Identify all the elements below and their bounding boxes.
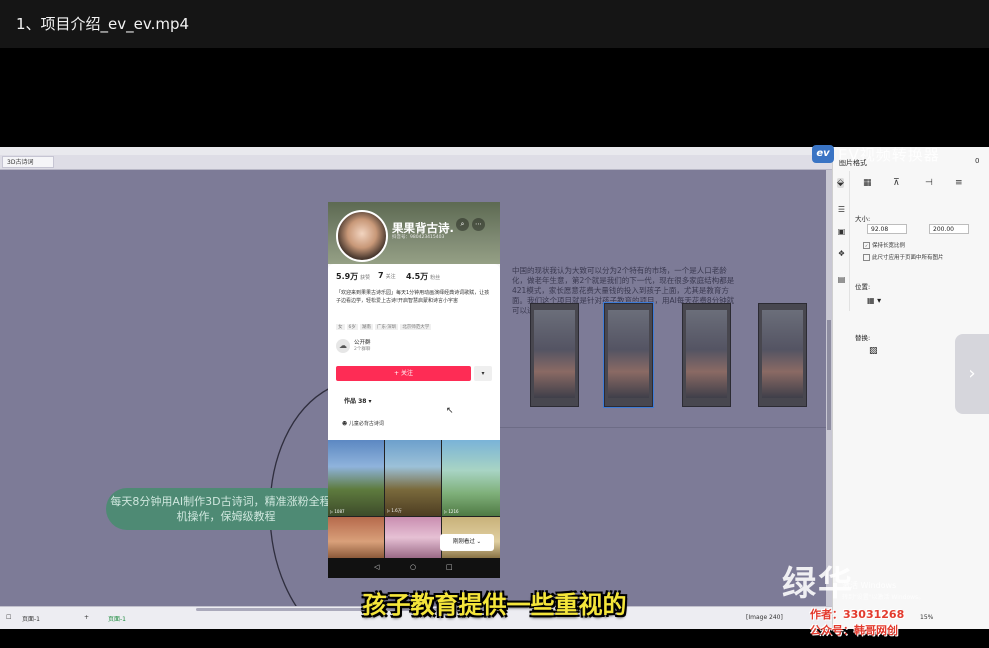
video-title: 1、项目介绍_ev_ev.mp4 xyxy=(16,15,190,33)
image-thumbnail[interactable] xyxy=(682,303,731,407)
stat-following: 7 关注 xyxy=(378,271,396,280)
outline-icon[interactable]: ☰ xyxy=(837,205,846,214)
video-cell[interactable]: ▷ 1.6万 xyxy=(385,440,441,516)
width-field[interactable]: 92.08 xyxy=(867,224,907,234)
account-id: 抖音号：980423415403 xyxy=(392,235,445,240)
avatar xyxy=(336,210,388,262)
recents-icon[interactable]: □ xyxy=(446,563,453,571)
home-icon[interactable]: ○ xyxy=(410,563,416,571)
search-icon[interactable]: ⌕ xyxy=(456,218,469,231)
video-cell[interactable] xyxy=(328,517,384,558)
mouse-cursor-icon: ↖ xyxy=(446,406,454,416)
height-field[interactable]: 200.00 xyxy=(929,224,969,234)
video-cell[interactable] xyxy=(385,517,441,558)
more-icon[interactable]: ⋯ xyxy=(472,218,485,231)
list-icon[interactable]: ≡ xyxy=(955,178,963,188)
player-titlebar: 1、项目介绍_ev_ev.mp4 xyxy=(0,0,989,48)
group-chat-item[interactable]: ☁ 公开群 2个群聊 xyxy=(336,337,492,355)
position-label: 位置: xyxy=(855,283,871,291)
image-thumbnail[interactable] xyxy=(758,303,807,407)
account-watermark: 公众号：韩哥网创 xyxy=(810,624,898,637)
phone-screenshot: 果果背古诗. 抖音号：980423415403 ⌕ ⋯ 5.9万 获赞 7 关注 4.… xyxy=(328,202,500,578)
doc-tab[interactable]: 3D古诗词 xyxy=(2,156,54,168)
back-icon[interactable]: ◁ xyxy=(374,563,379,571)
stat-followers: 4.5万 粉丝 xyxy=(406,272,441,281)
image-thumbnail-selected[interactable] xyxy=(603,302,654,408)
replace-label: 替换: xyxy=(855,334,871,342)
panel-toolbar: ⬙ ▦ ⊼ ⊣ ≡ xyxy=(833,175,989,191)
chevron-right-icon[interactable]: › xyxy=(955,334,989,414)
ev-logo-icon: ev xyxy=(812,145,834,163)
video-subtitle: 孩子教育提供一些重视的 xyxy=(362,591,627,619)
image-thumbnail[interactable] xyxy=(530,303,579,407)
style-icon[interactable]: ❖ xyxy=(837,249,846,258)
android-navbar: ◁ ○ □ xyxy=(328,558,500,578)
profile-tags: 女 6岁 湖南 广东·深圳 北京师范大学 xyxy=(336,324,432,330)
document-tabs: 3D古诗词 xyxy=(0,155,832,170)
grid-icon[interactable]: ▦ xyxy=(863,178,872,188)
more-button[interactable]: ▾ xyxy=(474,366,492,381)
image-icon[interactable]: ▣ xyxy=(837,227,846,236)
group-name: 公开群 xyxy=(354,340,371,346)
connector-icon[interactable]: ⊣ xyxy=(925,178,933,188)
calendar-icon[interactable]: ▤ xyxy=(837,275,846,284)
playlist-item[interactable]: ☻ 儿童必背古诗词 xyxy=(342,420,384,427)
video-cell[interactable]: ▷ 1216 xyxy=(442,440,500,516)
group-sub: 2个群聊 xyxy=(354,347,371,352)
profile-bio: 「欢迎来到果果古诗乐园」每天1分钟用动画演绎经典诗词歌赋，让孩子边看边学，轻松爱… xyxy=(336,290,490,304)
tree-icon[interactable]: ⊼ xyxy=(893,178,900,188)
group-icon: ☁ xyxy=(336,339,350,353)
size-label: 大小: xyxy=(855,215,871,223)
apply-all-checkbox[interactable]: 此尺寸应用于页面中所有图片 xyxy=(863,253,944,261)
video-cell[interactable]: ▷ 1087 xyxy=(328,440,384,516)
header-actions: ⌕ ⋯ xyxy=(456,218,488,231)
stat-likes: 5.9万 获赞 xyxy=(336,272,371,281)
editor-ribbon xyxy=(0,147,832,155)
pin-icon[interactable]: 0 xyxy=(975,157,979,165)
just-viewed-button[interactable]: 刚刚看过 ⌄ xyxy=(440,534,494,551)
replace-image-icon[interactable]: ▨ xyxy=(869,346,878,356)
ev-watermark: EV视频转换器 xyxy=(838,146,940,164)
lock-ratio-checkbox[interactable]: ✓ 保持长宽比例 xyxy=(863,241,905,249)
position-icon[interactable]: ▦ ▾ xyxy=(867,296,881,305)
profile-header: 果果背古诗. 抖音号：980423415403 ⌕ ⋯ xyxy=(328,202,500,264)
profile-card: 5.9万 获赞 7 关注 4.5万 粉丝 「欢迎来到果果古诗乐园」每天1分钟用动画演绎… xyxy=(328,264,500,440)
follow-button[interactable]: + 关注 xyxy=(336,366,471,381)
mindmap-root-node[interactable]: 每天8分钟用AI制作3D古诗词，精准涨粉全程手机操作，保姆级教程 xyxy=(106,488,346,530)
works-tab[interactable]: 作品 38 ▾ xyxy=(344,396,372,405)
divider-line xyxy=(500,427,826,428)
panel-sidebar: ☰ ▣ ❖ ▤ xyxy=(833,171,850,311)
